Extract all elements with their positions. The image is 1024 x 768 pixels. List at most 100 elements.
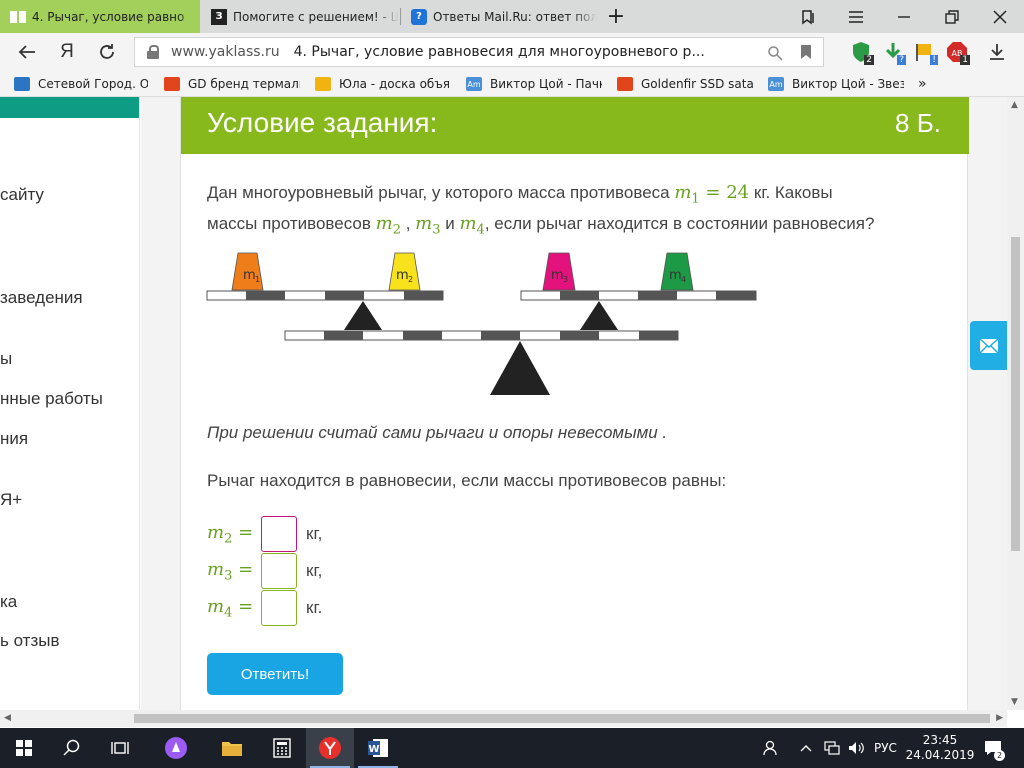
yandex-browser-icon[interactable] — [306, 728, 354, 768]
bookmark-item[interactable]: Юла - доска объяв — [315, 71, 451, 97]
bookmarks-more-button[interactable]: » — [918, 71, 938, 97]
address-field[interactable]: www.yaklass.ru 4. Рычаг, условие равнове… — [134, 37, 824, 67]
bookmark-item[interactable]: Goldenfir SSD sata — [617, 71, 753, 97]
reload-icon[interactable] — [90, 33, 124, 71]
unit-kg: кг — [753, 183, 766, 202]
site-icon — [14, 77, 30, 91]
shield-icon[interactable]: 2 — [850, 41, 874, 65]
answer-unit: кг. — [306, 598, 323, 617]
tab-mail-answers[interactable]: ? Ответы Mail.Ru: ответ поль — [401, 0, 597, 33]
sidebar-item[interactable]: ка — [0, 592, 17, 612]
weight-m3: m 3 — [542, 252, 576, 291]
weight-sub: 4 — [681, 275, 686, 284]
answer-row-m4: m4 = кг. — [207, 590, 322, 626]
sidebar-item[interactable]: заведения — [0, 288, 83, 308]
statement-text: . Каковы — [765, 183, 833, 202]
weight-label: m — [243, 268, 256, 283]
new-tab-button[interactable]: + — [598, 0, 634, 33]
svg-text:W: W — [368, 744, 379, 755]
submit-answer-button[interactable]: Ответить! — [207, 653, 343, 695]
search-icon[interactable] — [48, 728, 96, 768]
task-title: Условие задания: — [207, 107, 438, 138]
scroll-up-icon[interactable]: ▲ — [1011, 100, 1018, 110]
answer-row-m3: m3 = кг, — [207, 553, 322, 589]
address-bar-row: Я www.yaklass.ru 4. Рычаг, условие равно… — [0, 33, 1024, 71]
file-explorer-icon[interactable] — [208, 728, 256, 768]
network-icon[interactable] — [824, 728, 840, 768]
tab-fade — [176, 0, 200, 33]
znanija-icon: З — [211, 8, 227, 25]
people-icon[interactable] — [762, 728, 780, 768]
right-support-triangle — [580, 301, 618, 330]
minimize-icon[interactable] — [886, 0, 922, 33]
flag-icon[interactable]: ! — [914, 41, 938, 65]
answer-unit: кг, — [306, 524, 323, 543]
sidebar-item[interactable]: ния — [0, 429, 28, 449]
notifications-icon[interactable]: 2 — [984, 728, 1005, 768]
volume-icon[interactable] — [848, 728, 864, 768]
sidebar-item[interactable]: сайту — [0, 185, 44, 205]
windows-start-icon[interactable] — [0, 728, 48, 768]
bookmark-manager-icon[interactable] — [790, 0, 826, 33]
task-view-icon[interactable] — [96, 728, 144, 768]
left-support-triangle — [344, 301, 382, 330]
m2-answer-input[interactable] — [261, 516, 297, 552]
bookmark-item[interactable]: GD бренд термаль — [164, 71, 300, 97]
weight-m4: m 4 — [660, 252, 694, 291]
mail-icon — [978, 337, 999, 354]
answer-variable: m3 = — [207, 558, 254, 584]
restore-icon[interactable] — [934, 0, 970, 33]
tab-znanija[interactable]: З Помогите с решением! - Ш — [201, 0, 399, 33]
clock-date: 24.04.2019 — [905, 748, 975, 762]
bookmark-icon[interactable] — [799, 44, 813, 64]
bookmark-item[interactable]: Am Виктор Цой - Звез — [768, 71, 904, 97]
bookmark-item[interactable]: Am Виктор Цой - Пачк — [466, 71, 602, 97]
scroll-right-icon[interactable]: ▶ — [996, 713, 1003, 723]
vertical-scrollbar[interactable]: ▲ ▼ — [1007, 97, 1024, 710]
scroll-left-icon[interactable]: ◀ — [4, 713, 11, 723]
sidebar-item[interactable]: Я+ — [0, 490, 22, 510]
sidebar-item[interactable]: ы — [0, 349, 12, 369]
calculator-icon[interactable] — [258, 728, 306, 768]
show-hidden-icons-icon[interactable] — [800, 728, 812, 768]
download-arrow-icon[interactable]: ? — [882, 41, 906, 65]
page-viewport: сайту заведения ы нные работы ния Я+ ка … — [0, 97, 1007, 710]
close-icon[interactable] — [982, 0, 1018, 33]
task-statement: Дан многоуровневый рычаг, у которого мас… — [207, 182, 875, 238]
m4-answer-input[interactable] — [261, 590, 297, 626]
yaklass-icon — [10, 9, 26, 25]
statement-text: Дан многоуровневый рычаг, у которого мас… — [207, 183, 670, 202]
lock-icon — [147, 45, 159, 59]
weight-label: m — [396, 268, 409, 283]
alice-assistant-icon[interactable] — [152, 728, 200, 768]
scroll-down-icon[interactable]: ▼ — [1011, 697, 1018, 707]
bookmark-item[interactable]: Сетевой Город. Об — [14, 71, 148, 97]
word-icon[interactable]: W — [354, 728, 402, 768]
bookmark-label: Виктор Цой - Пачк — [490, 77, 602, 91]
adblock-icon[interactable]: AB 1 — [946, 41, 970, 65]
sidebar-top-strip — [0, 97, 139, 118]
downloads-icon[interactable] — [980, 33, 1014, 71]
back-icon[interactable] — [10, 33, 44, 71]
task-note: При решении считай сами рычаги и опоры н… — [207, 423, 668, 442]
tab-yaklass[interactable]: 4. Рычаг, условие равно — [0, 0, 200, 33]
horizontal-scrollbar[interactable]: ◀ ▶ — [0, 710, 1007, 727]
feedback-mail-button[interactable] — [970, 321, 1007, 370]
vertical-scroll-thumb[interactable] — [1011, 237, 1020, 551]
yandex-logo-icon[interactable]: Я — [50, 33, 84, 71]
extension-badge: 2 — [864, 55, 874, 65]
answer-row-m2: m2 = кг, — [207, 516, 322, 552]
sidebar-item[interactable]: нные работы — [0, 389, 103, 409]
m3-answer-input[interactable] — [261, 553, 297, 589]
clock[interactable]: 23:45 24.04.2019 — [906, 728, 975, 768]
site-icon — [164, 77, 180, 91]
answer-variable: m4 = — [207, 595, 254, 621]
horizontal-scroll-thumb[interactable] — [134, 714, 990, 723]
sidebar-item[interactable]: ь отзыв — [0, 631, 60, 651]
menu-icon[interactable] — [838, 0, 874, 33]
tab-fade — [573, 0, 597, 33]
extension-badge: ! — [930, 55, 938, 65]
search-key-icon[interactable] — [767, 45, 783, 65]
input-language[interactable]: РУС — [874, 728, 897, 768]
bookmark-label: Виктор Цой - Звез — [792, 77, 904, 91]
